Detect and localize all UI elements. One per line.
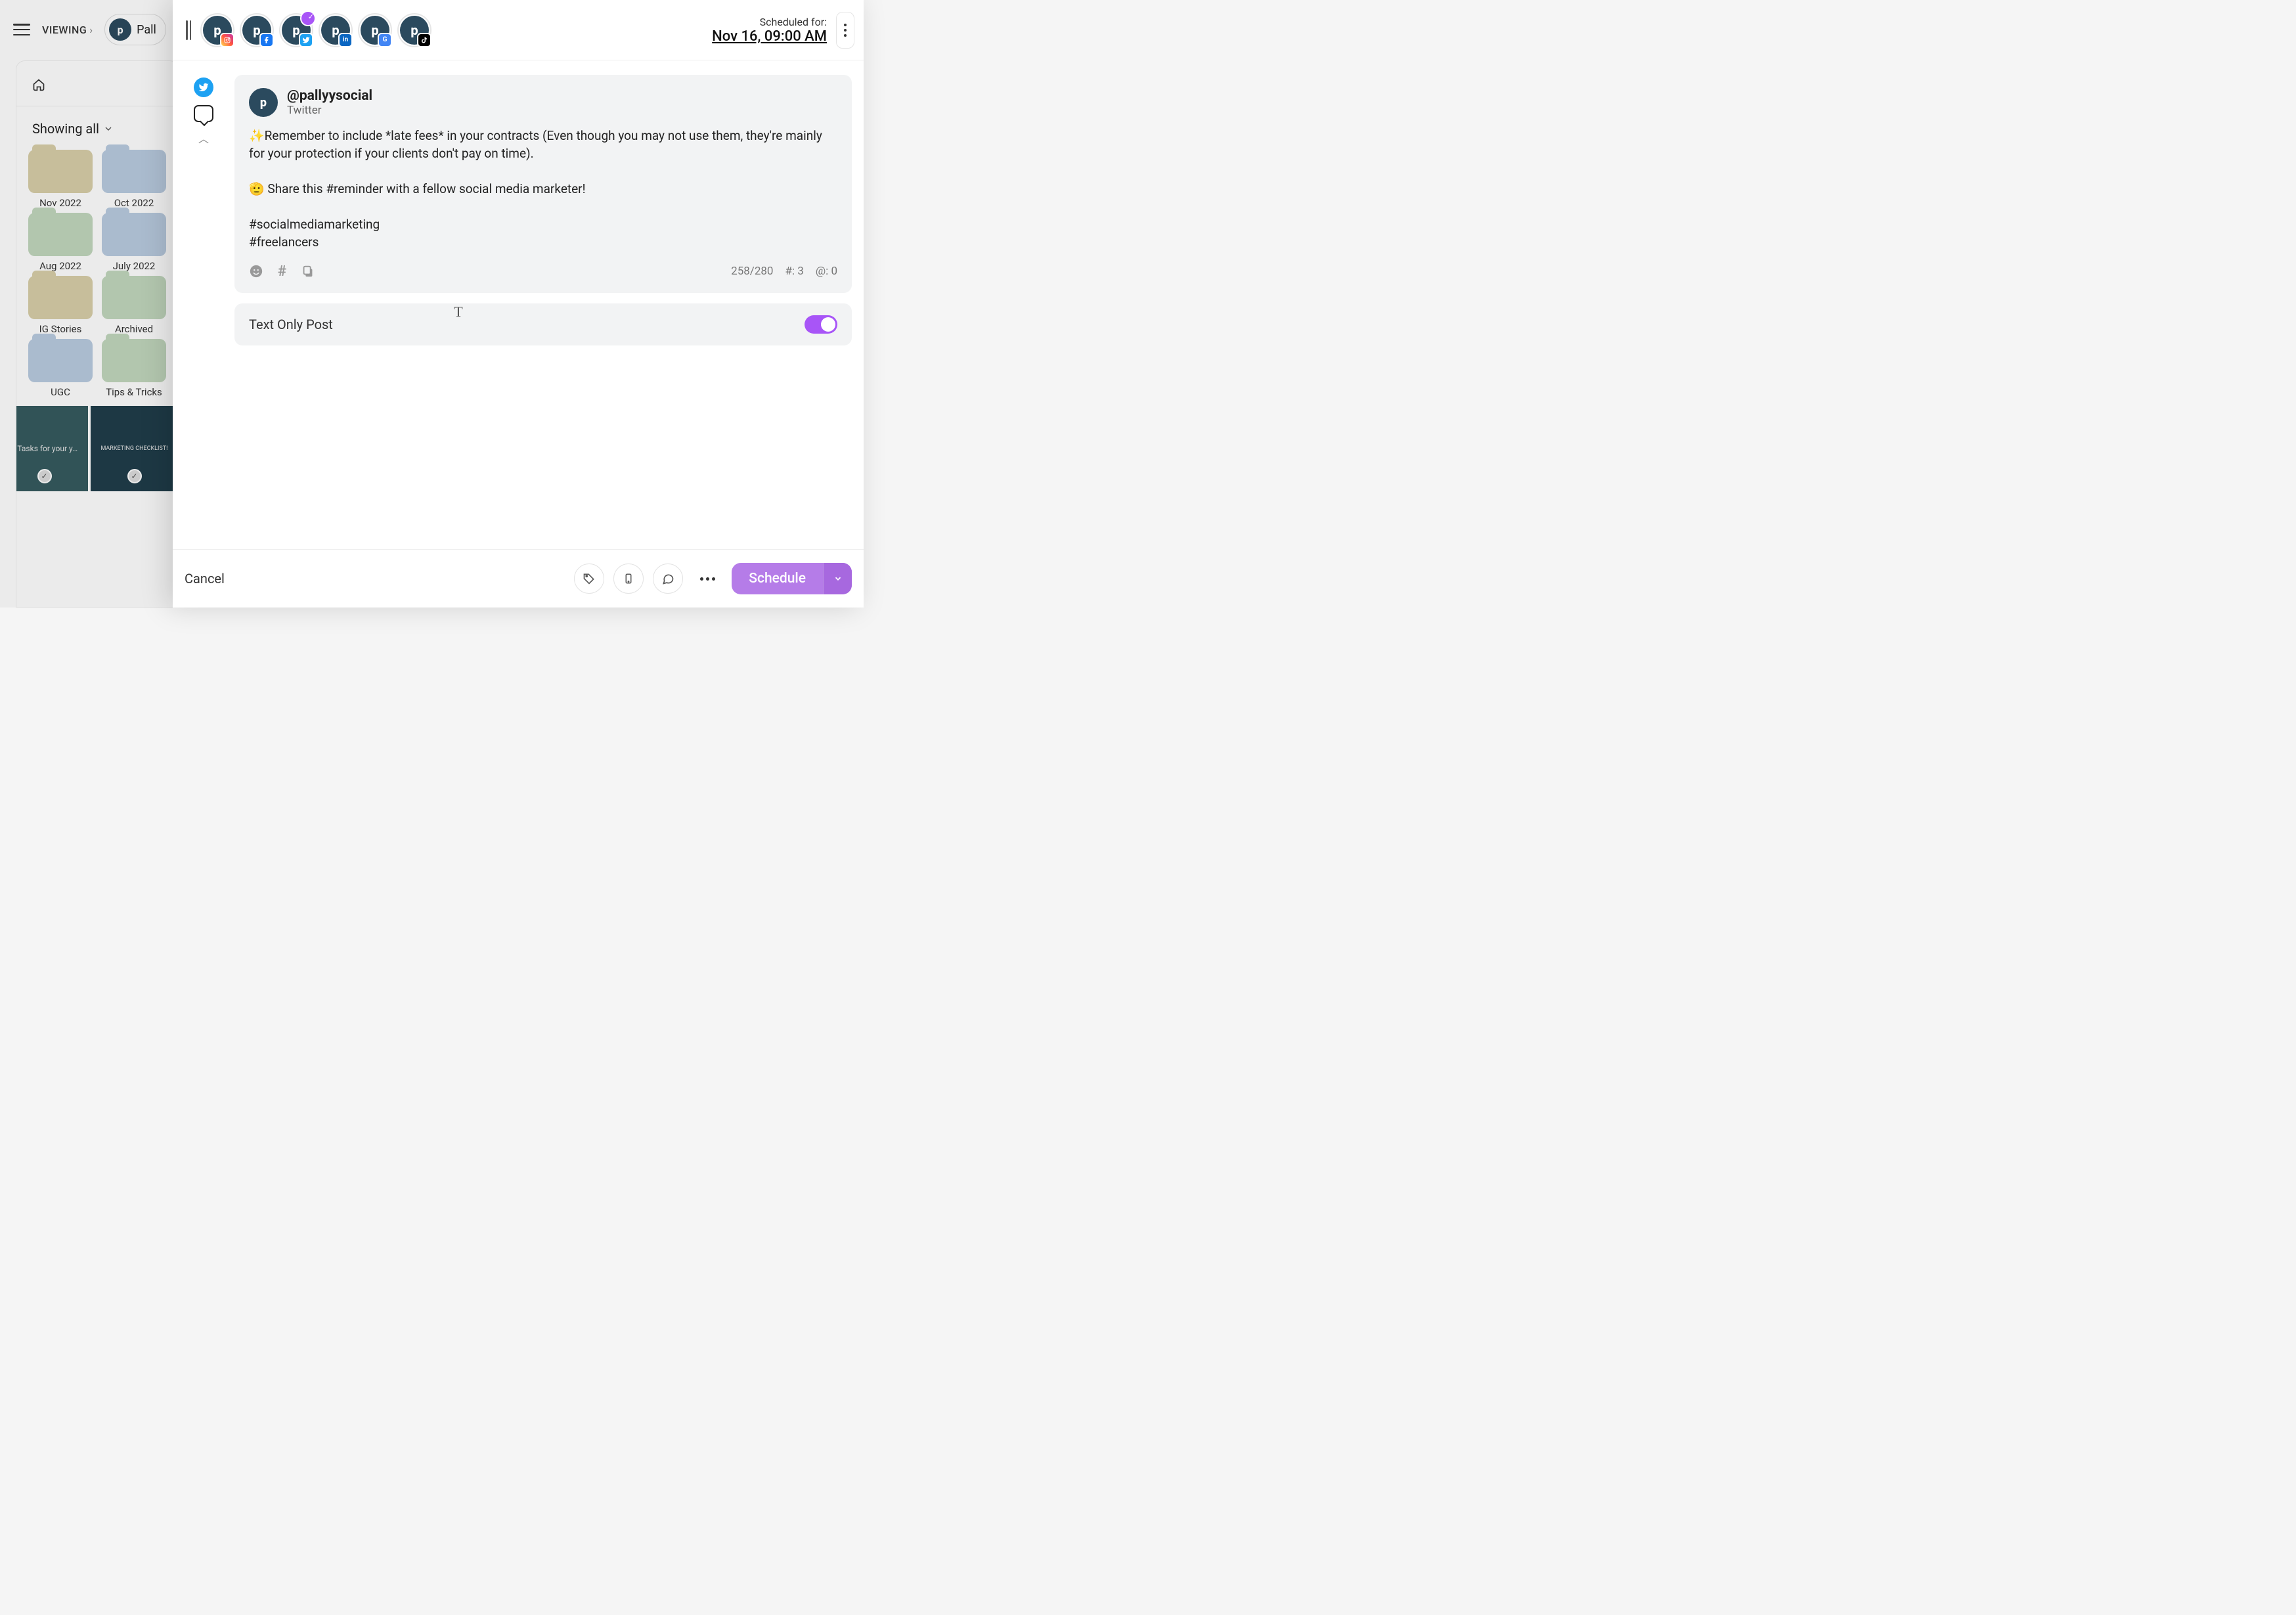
tiktok-icon bbox=[417, 33, 431, 47]
speech-icon bbox=[661, 572, 674, 585]
folder-icon bbox=[28, 276, 93, 319]
brand-name: Pall bbox=[137, 23, 156, 37]
home-icon bbox=[32, 78, 45, 91]
schedule-dropdown-button[interactable] bbox=[823, 563, 852, 594]
schedule-post-modal: p p p ✓ p in p G p Scheduled for: Nov 16… bbox=[173, 0, 864, 608]
schedule-button[interactable]: Schedule bbox=[732, 563, 852, 594]
chevron-down-icon bbox=[833, 574, 843, 583]
folder-label: UGC bbox=[51, 386, 70, 398]
collapse-up-icon[interactable]: ︿ bbox=[198, 130, 209, 146]
folder: Oct 2022 bbox=[100, 150, 167, 209]
text-only-post-row: Text Only Post bbox=[234, 303, 852, 345]
account-facebook[interactable]: p bbox=[240, 13, 274, 47]
folder-label: Tips & Tricks bbox=[106, 386, 162, 398]
scheduled-for-label: Scheduled for: bbox=[712, 16, 827, 28]
text-only-toggle[interactable] bbox=[805, 315, 837, 334]
account-linkedin[interactable]: p in bbox=[319, 13, 353, 47]
check-icon: ✓ bbox=[37, 469, 52, 483]
account-google[interactable]: p G bbox=[358, 13, 392, 47]
selected-check-icon: ✓ bbox=[308, 12, 314, 21]
folder: Nov 2022 bbox=[27, 150, 94, 209]
folder-label: Aug 2022 bbox=[39, 260, 81, 272]
post-handle: @pallyysocial bbox=[287, 88, 372, 104]
folder: Tips & Tricks bbox=[100, 339, 167, 398]
instagram-icon bbox=[220, 33, 234, 47]
facebook-icon bbox=[259, 33, 274, 47]
folder: Aug 2022 bbox=[27, 213, 94, 272]
post-network: Twitter bbox=[287, 104, 372, 117]
account-instagram[interactable]: p bbox=[200, 13, 234, 47]
mobile-preview-button[interactable] bbox=[613, 564, 644, 594]
folder-icon bbox=[102, 213, 166, 256]
menu-icon bbox=[13, 24, 30, 35]
chevron-down-icon bbox=[103, 123, 114, 134]
folder-icon bbox=[102, 339, 166, 382]
more-menu-button[interactable] bbox=[836, 12, 854, 49]
twitter-icon bbox=[299, 33, 313, 47]
hashtag-icon[interactable]: # bbox=[278, 263, 286, 280]
comment-icon[interactable] bbox=[194, 105, 213, 122]
sidebar: Showing all Nov 2022 Oct 2022 Aug 2022 J… bbox=[16, 60, 179, 608]
twitter-indicator-icon[interactable] bbox=[194, 77, 213, 97]
folder-icon bbox=[28, 339, 93, 382]
home-row bbox=[16, 73, 178, 106]
collapse-handle[interactable] bbox=[185, 18, 192, 42]
viewing-label: VIEWING› bbox=[42, 24, 93, 36]
folder: July 2022 bbox=[100, 213, 167, 272]
phone-icon bbox=[623, 572, 634, 585]
copy-icon[interactable] bbox=[301, 264, 315, 278]
post-composer-card: p @pallyysocial Twitter ✨Remember to inc… bbox=[234, 75, 852, 293]
modal-header: p p p ✓ p in p G p Scheduled for: Nov 16… bbox=[173, 0, 864, 60]
emoji-picker-icon[interactable] bbox=[249, 264, 263, 278]
text-only-label: Text Only Post bbox=[249, 317, 333, 332]
folder: Archived bbox=[100, 276, 167, 335]
tag-button[interactable] bbox=[574, 564, 604, 594]
char-count: 258/280 bbox=[731, 265, 773, 278]
cancel-button[interactable]: Cancel bbox=[185, 571, 225, 586]
modal-footer: Cancel Schedule bbox=[173, 549, 864, 608]
accounts-row: p p p ✓ p in p G p bbox=[200, 13, 431, 47]
media-thumbnail: 4 Tasks for your y…✓ bbox=[16, 406, 88, 491]
hashtag-count: #: 3 bbox=[785, 265, 803, 278]
text-only-icon: T bbox=[451, 303, 466, 321]
folder-icon bbox=[102, 150, 166, 193]
side-indicators: ︿ bbox=[185, 75, 223, 535]
folder: IG Stories bbox=[27, 276, 94, 335]
more-options-button[interactable] bbox=[692, 564, 722, 594]
check-icon: ✓ bbox=[127, 469, 142, 483]
comment-button[interactable] bbox=[653, 564, 683, 594]
mention-count: @: 0 bbox=[816, 265, 837, 278]
folder-label: Oct 2022 bbox=[114, 197, 154, 209]
scheduled-time[interactable]: Nov 16, 09:00 AM bbox=[712, 28, 827, 45]
folder-label: Nov 2022 bbox=[39, 197, 81, 209]
post-avatar-icon: p bbox=[249, 88, 278, 117]
account-tiktok[interactable]: p bbox=[397, 13, 431, 47]
folder-icon bbox=[102, 276, 166, 319]
brand-avatar-icon: p bbox=[109, 18, 131, 41]
post-text-input[interactable]: ✨Remember to include *late fees* in your… bbox=[249, 127, 837, 252]
folder-label: Archived bbox=[115, 323, 153, 335]
linkedin-icon: in bbox=[338, 33, 353, 47]
folder: UGC bbox=[27, 339, 94, 398]
tag-icon bbox=[583, 572, 596, 585]
account-twitter[interactable]: p ✓ bbox=[279, 13, 313, 47]
showing-all-dropdown: Showing all bbox=[16, 106, 178, 146]
folder-label: IG Stories bbox=[39, 323, 82, 335]
folder-icon bbox=[28, 213, 93, 256]
folder-label: July 2022 bbox=[113, 260, 156, 272]
brand-chip: p Pall bbox=[104, 14, 166, 45]
google-icon: G bbox=[378, 33, 392, 47]
media-thumbnail: MARKETING CHECKLIST!✓ bbox=[91, 406, 178, 491]
folder-icon bbox=[28, 150, 93, 193]
